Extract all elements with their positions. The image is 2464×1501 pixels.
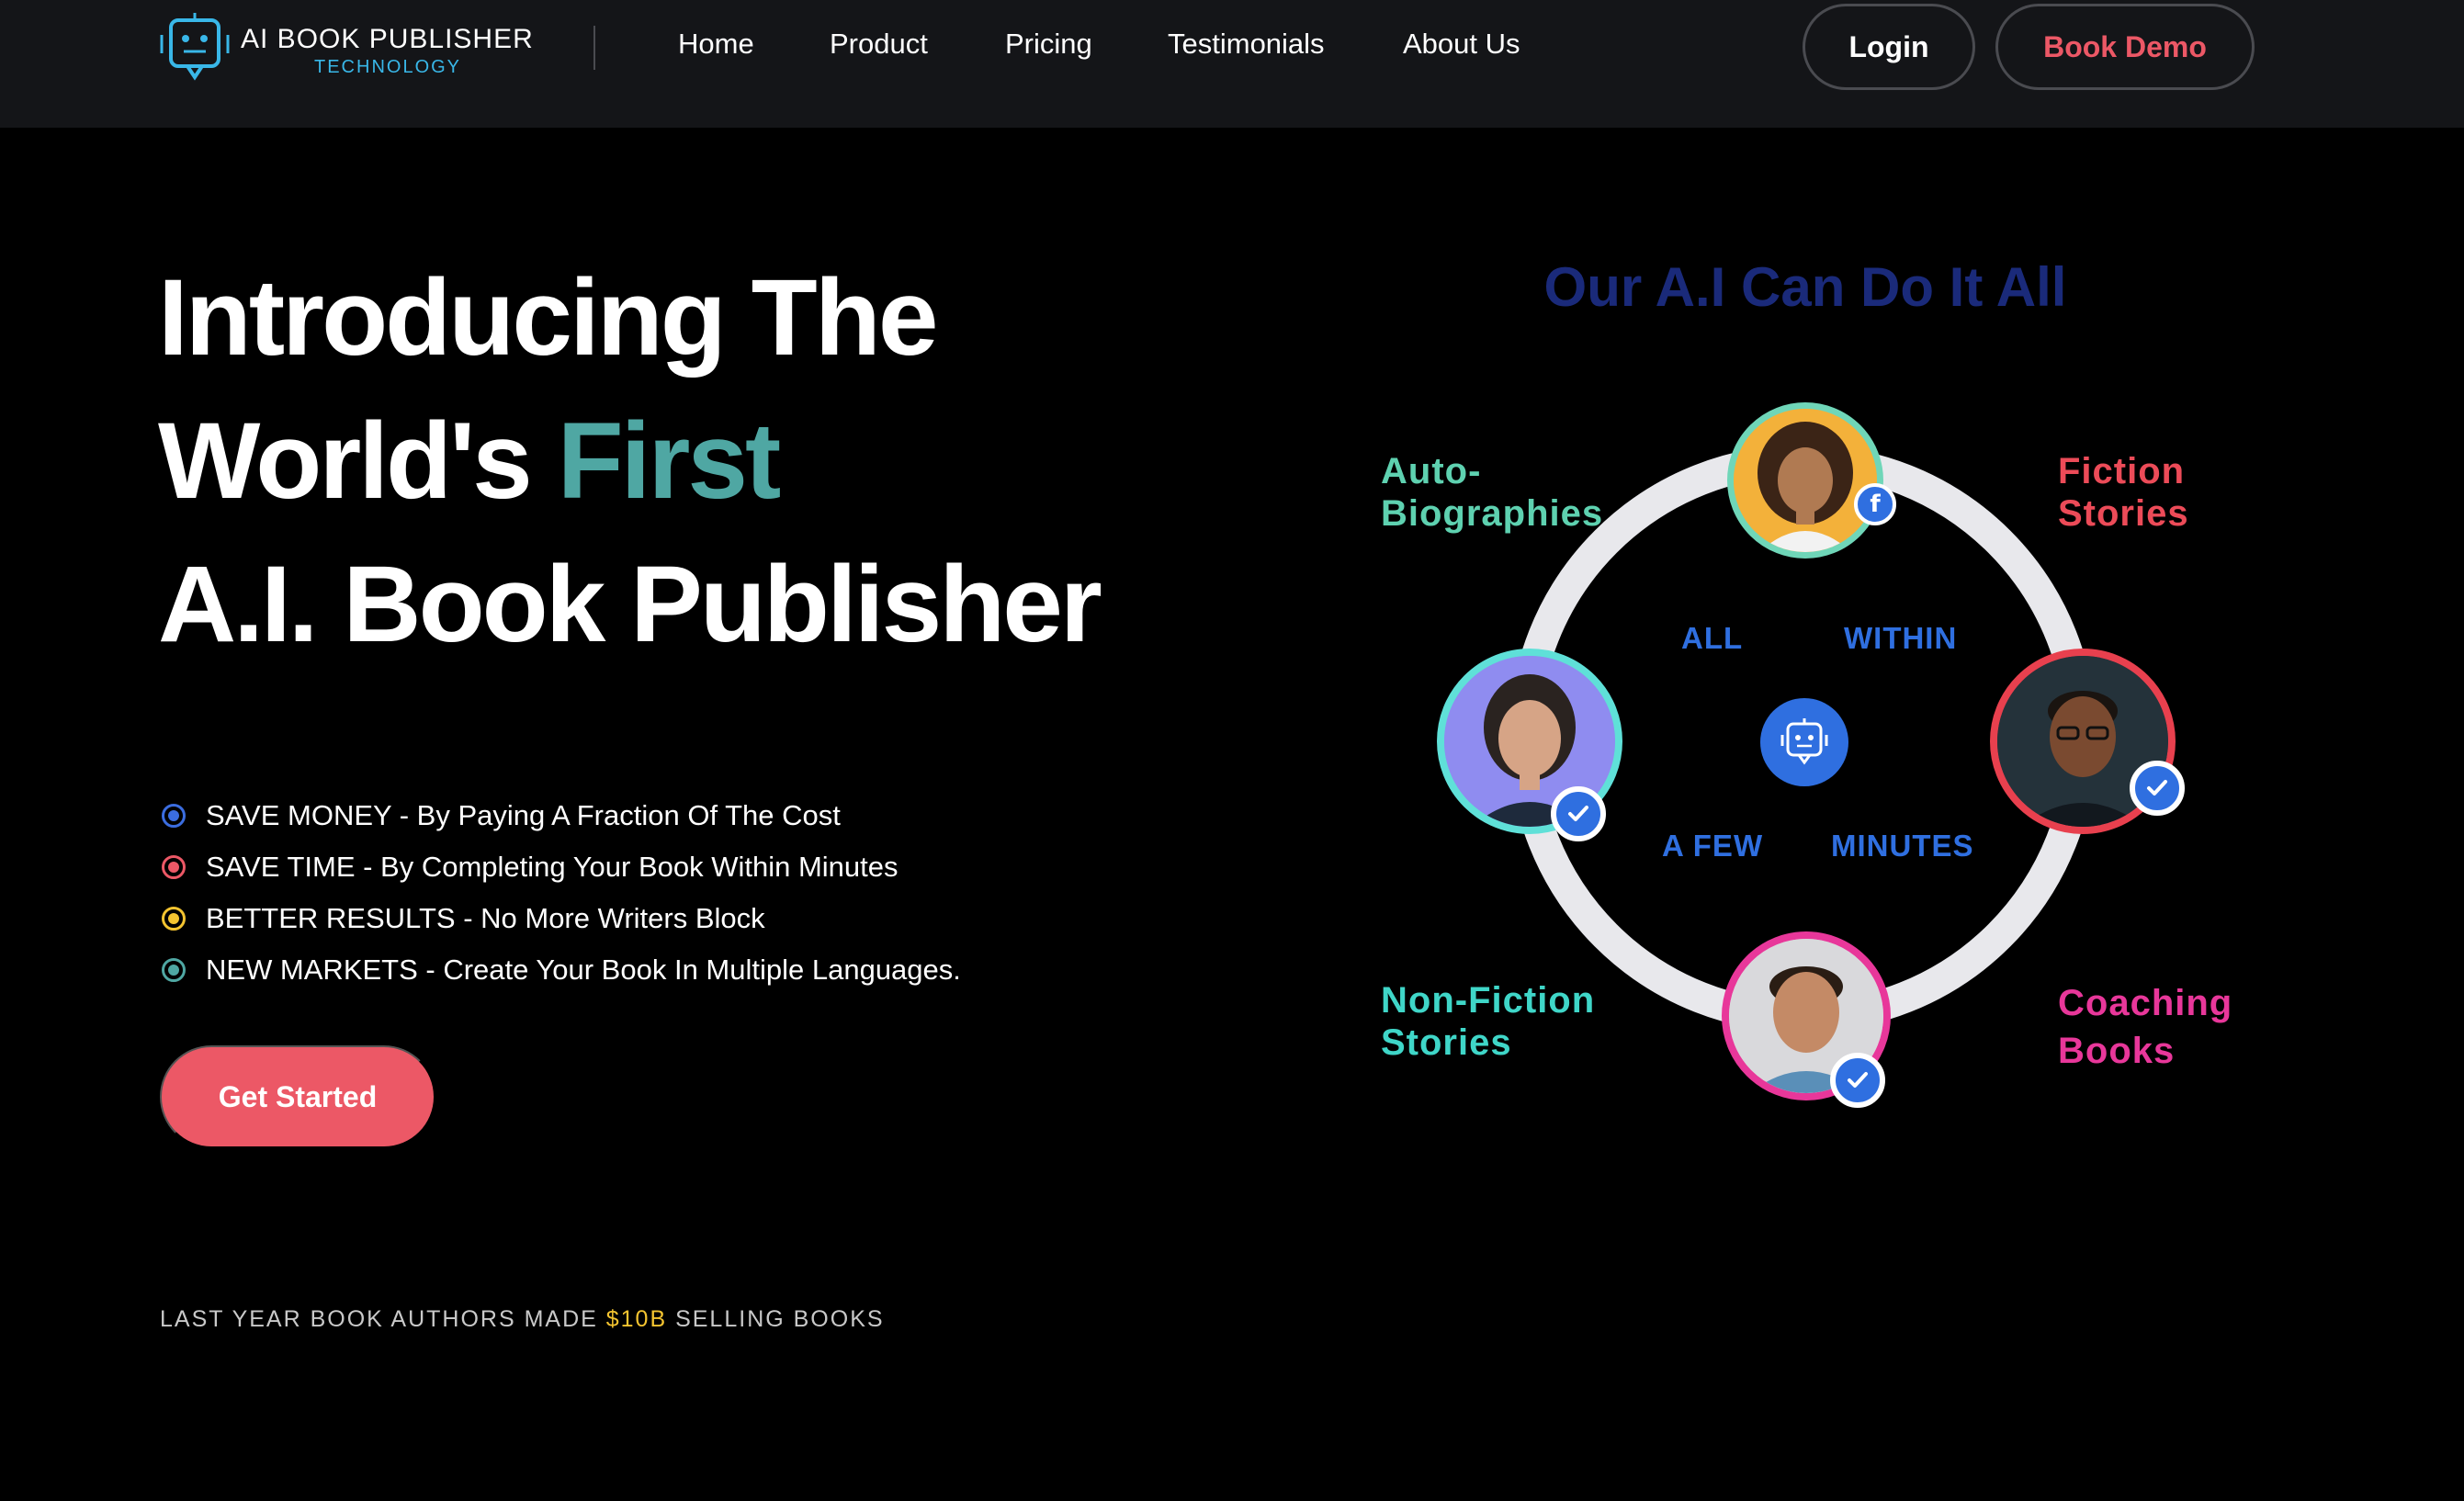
bullet-dot-icon (162, 804, 186, 828)
site-header: AI BOOK PUBLISHER TECHNOLOGY Home Produc… (0, 0, 2464, 128)
book-demo-button[interactable]: Book Demo (1995, 4, 2255, 90)
category-label: Auto- (1381, 451, 1482, 491)
check-icon (2130, 761, 2185, 816)
hero-title-line2-prefix: World's (158, 401, 558, 522)
category-label: Non-Fiction (1381, 980, 1596, 1021)
benefit-item: SAVE TIME - By Completing Your Book With… (162, 841, 1264, 893)
hero-title-accent: First (557, 401, 782, 522)
inner-word-minutes: MINUTES (1831, 829, 1974, 863)
benefit-text: SAVE TIME - By Completing Your Book With… (206, 851, 899, 883)
logo-subtitle: TECHNOLOGY (314, 57, 462, 77)
check-icon (1830, 1053, 1885, 1108)
revenue-stat: LAST YEAR BOOK AUTHORS MADE $10B SELLING… (160, 1306, 885, 1333)
ai-graphic-heading: Our A.I Can Do It All (1543, 256, 2067, 318)
benefit-item: BETTER RESULTS - No More Writers Block (162, 893, 1264, 944)
category-label: Stories (2058, 493, 2189, 534)
nav-home[interactable]: Home (678, 28, 754, 61)
logo-title: AI BOOK PUBLISHER (241, 24, 534, 54)
category-label: Biographies (1381, 493, 1604, 534)
get-started-button[interactable]: Get Started (160, 1045, 435, 1148)
nav-pricing[interactable]: Pricing (1005, 28, 1092, 61)
bullet-dot-icon (162, 907, 186, 931)
category-label: Stories (1381, 1022, 1512, 1063)
avatar-portrait (1734, 409, 1877, 552)
nav-testimonials[interactable]: Testimonials (1168, 28, 1325, 61)
brand-logo[interactable]: AI BOOK PUBLISHER TECHNOLOGY (158, 11, 544, 85)
hero-title: Introducing The World's First A.I. Book … (158, 246, 1260, 676)
benefit-text: NEW MARKETS - Create Your Book In Multip… (206, 954, 961, 986)
category-label: Books (2058, 1031, 2176, 1071)
benefit-text: SAVE MONEY - By Paying A Fraction Of The… (206, 799, 841, 831)
category-coaching: Coaching Books (2058, 979, 2232, 1075)
category-label: Coaching (2058, 983, 2233, 1023)
inner-word-all: ALL (1681, 621, 1744, 655)
inner-word-a-few: A FEW (1662, 829, 1764, 863)
benefit-item: NEW MARKETS - Create Your Book In Multip… (162, 944, 1264, 996)
category-autobiographies: Auto- Biographies (1381, 450, 1603, 535)
robot-center-glyph (1780, 718, 1828, 765)
category-label: Fiction (2058, 451, 2186, 491)
benefit-text: BETTER RESULTS - No More Writers Block (206, 902, 765, 934)
nav-about-us[interactable]: About Us (1403, 28, 1520, 61)
stat-highlight: $10B (605, 1306, 668, 1332)
stat-prefix: LAST YEAR BOOK AUTHORS MADE (160, 1306, 606, 1332)
bullet-dot-icon (162, 855, 186, 879)
hero-title-line3: A.I. Book Publisher (158, 544, 1102, 665)
robot-logo-icon (160, 13, 230, 81)
robot-center-icon (1760, 698, 1848, 786)
check-icon (1551, 786, 1606, 841)
benefit-item: SAVE MONEY - By Paying A Fraction Of The… (162, 790, 1264, 841)
hero-title-line1: Introducing The (158, 257, 938, 378)
category-nonfiction: Non-Fiction Stories (1381, 979, 1595, 1064)
header-divider (593, 26, 595, 70)
avatar-autobiography (1727, 402, 1883, 559)
category-fiction: Fiction Stories (2058, 450, 2189, 535)
facebook-icon: f (1854, 483, 1896, 525)
bullet-dot-icon (162, 958, 186, 982)
login-button[interactable]: Login (1803, 4, 1975, 90)
stat-suffix: SELLING BOOKS (667, 1306, 885, 1332)
benefit-list: SAVE MONEY - By Paying A Fraction Of The… (162, 790, 1264, 996)
nav-product[interactable]: Product (830, 28, 928, 61)
inner-word-within: WITHIN (1844, 621, 1958, 655)
